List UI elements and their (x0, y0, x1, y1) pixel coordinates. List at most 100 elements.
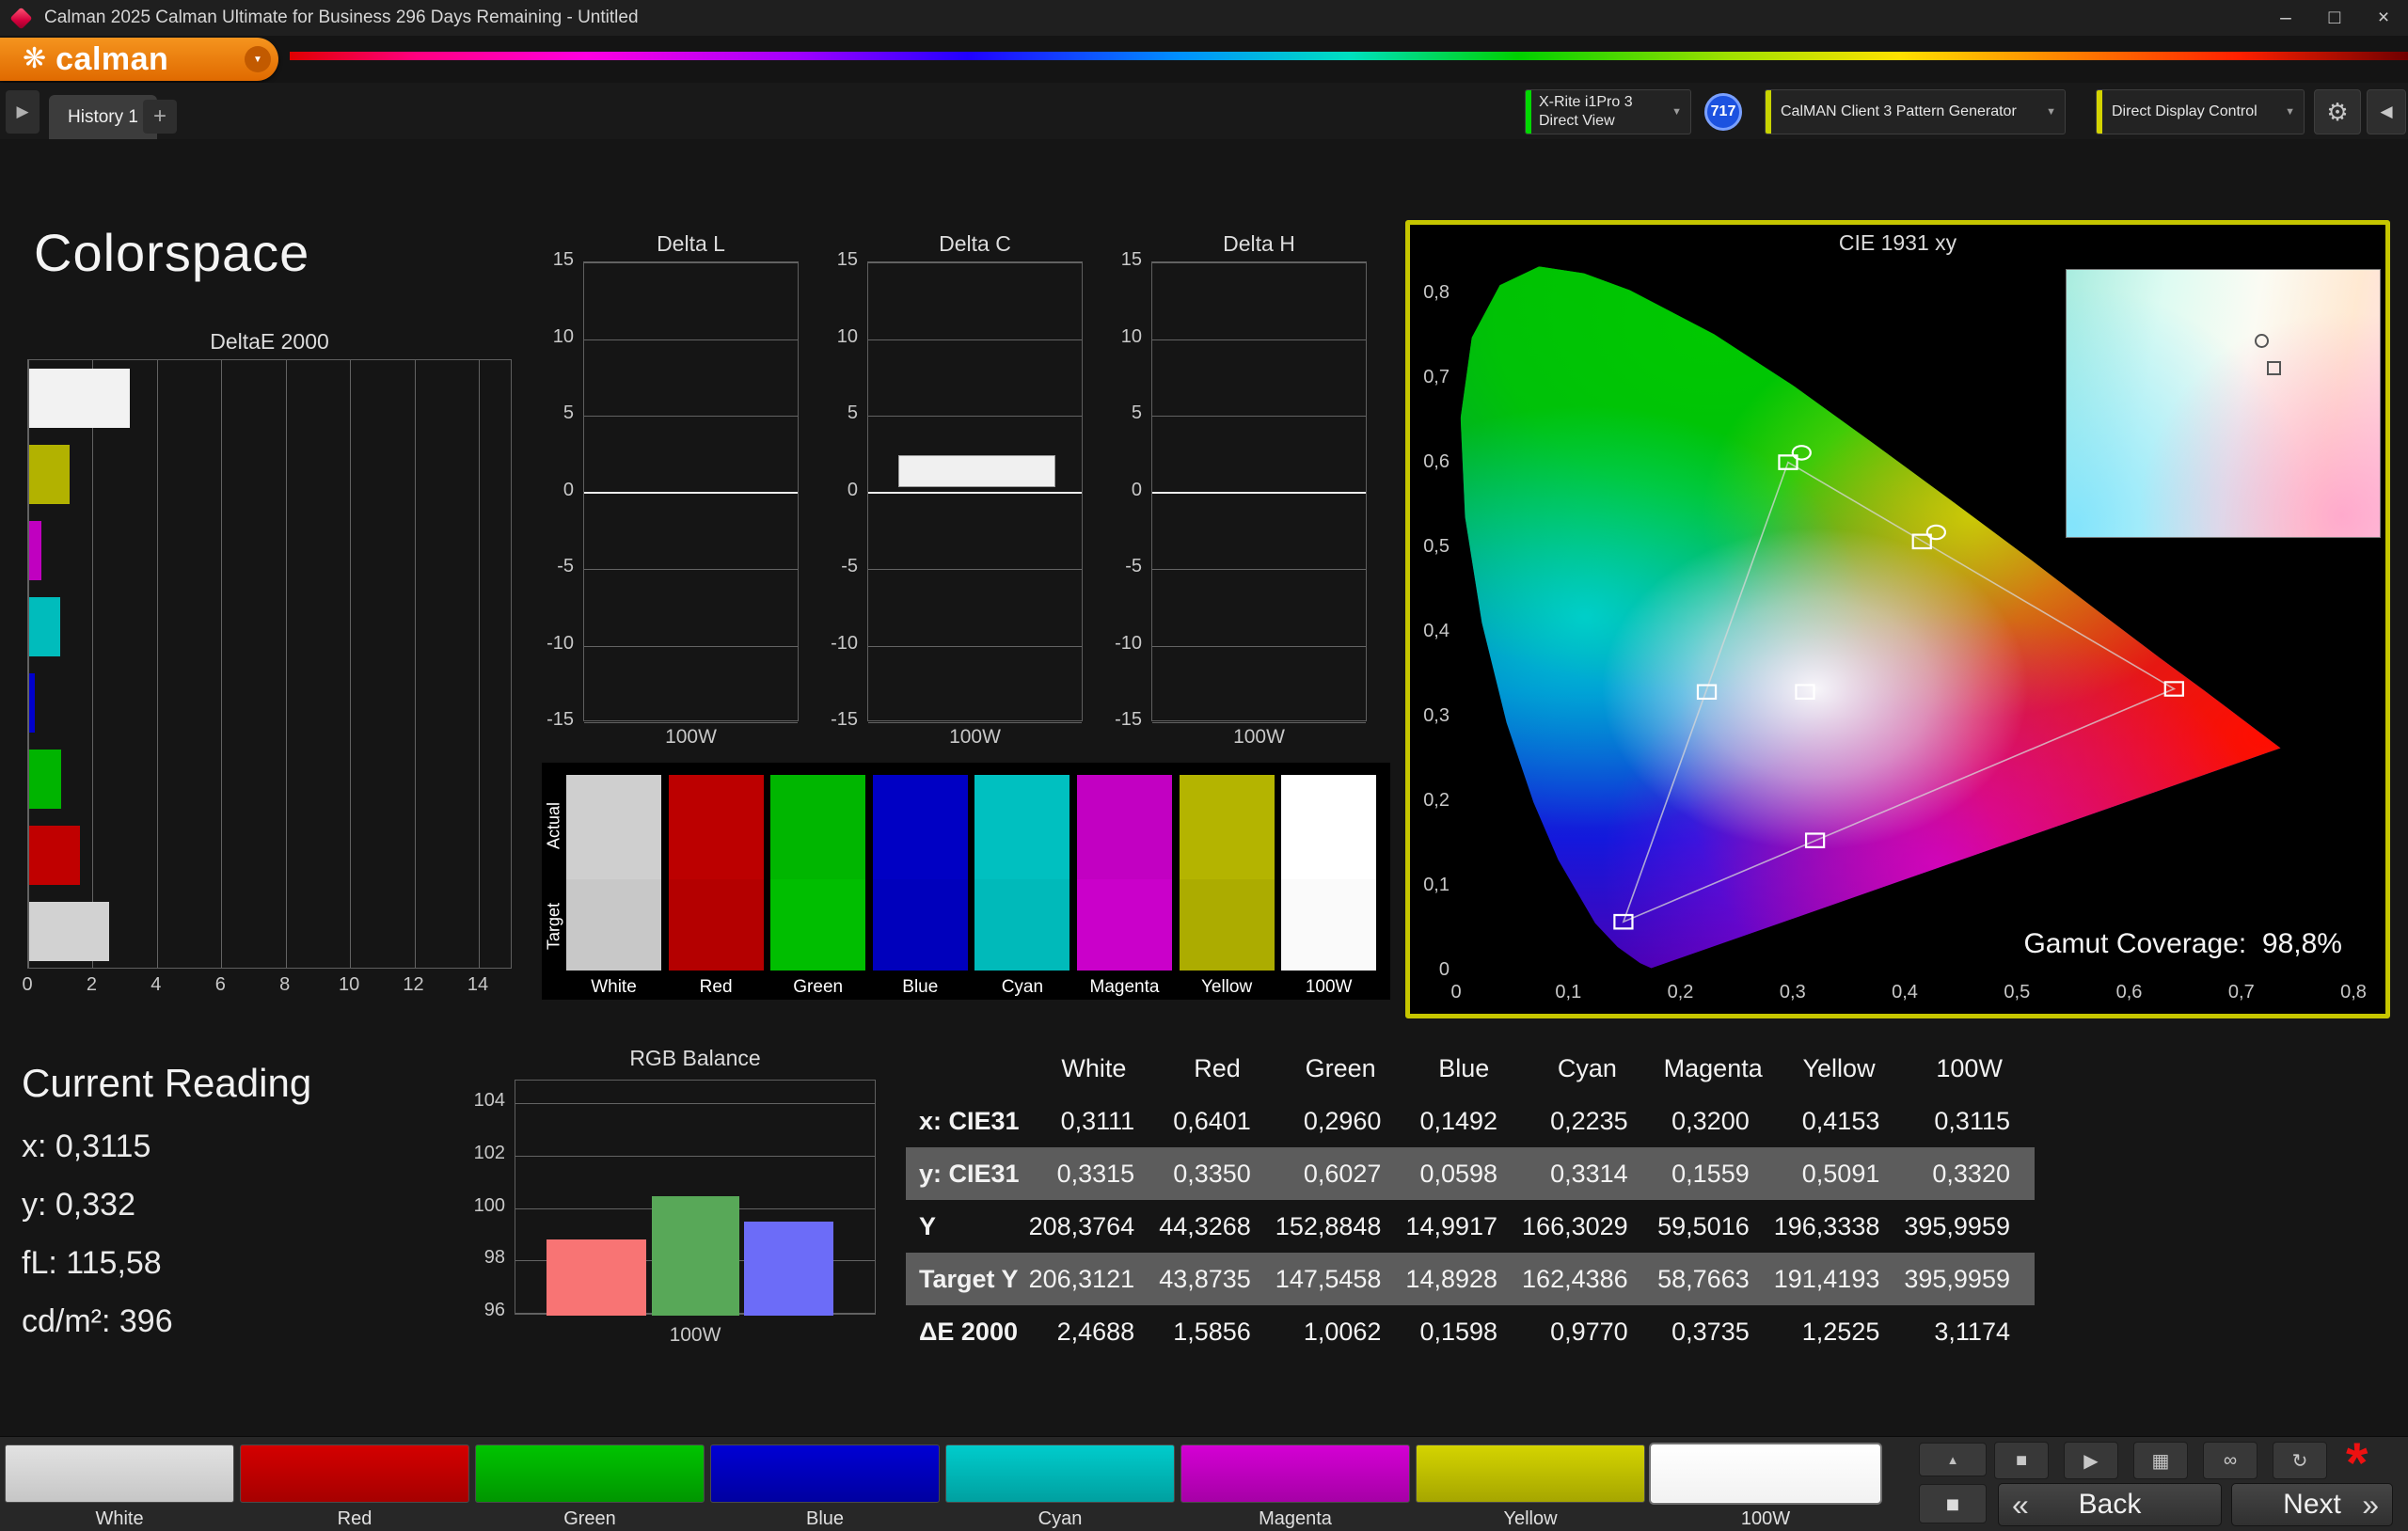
pattern-generator-dropdown[interactable]: CalMAN Client 3 Pattern Generator ▼ (1765, 89, 2066, 134)
x-tick-label: 0 (22, 974, 33, 995)
pattern-button-100w[interactable] (1651, 1444, 1880, 1503)
table-cell: 206,3121 (1028, 1264, 1135, 1293)
grid-line (350, 360, 352, 968)
swatch-actual-magenta (1077, 775, 1172, 879)
meter-selector-dropdown[interactable]: X-Rite i1Pro 3 Direct View ▼ (1525, 89, 1691, 134)
grid-line (1152, 569, 1366, 570)
chevron-down-icon: ▼ (2285, 106, 2295, 118)
zero-line (868, 491, 1082, 494)
x-tick-label: 14 (467, 974, 489, 995)
delta-e-bar-blue (29, 673, 35, 733)
maximize-button[interactable]: □ (2310, 0, 2359, 36)
table-cell: 0,9770 (1550, 1317, 1628, 1346)
stop-button[interactable]: ■ (1994, 1442, 2049, 1479)
calman-menu-chevron-icon[interactable]: ▼ (245, 46, 271, 72)
y-tick-label: -15 (831, 709, 858, 730)
pattern-button-cyan[interactable] (945, 1444, 1175, 1503)
calman-menu-button[interactable]: ❋ calman ▼ (0, 38, 278, 81)
table-row-label: y: CIE31 (919, 1159, 1020, 1188)
pattern-button-white[interactable] (5, 1444, 234, 1503)
x-tick-label: 4 (150, 974, 162, 995)
delta-c-bar (898, 454, 1056, 487)
y-tick-label: -10 (547, 632, 574, 654)
pattern-button-label: Magenta (1259, 1508, 1332, 1529)
pattern-bar: White Red Green Blue Cyan Magenta Yellow 100W ▲… (0, 1435, 2408, 1531)
pattern-button-red[interactable] (240, 1444, 469, 1503)
swatch-label: Green (793, 977, 844, 997)
current-reading-line: y: 0,332 (22, 1187, 135, 1223)
pattern-button-label: Blue (805, 1508, 845, 1529)
grid-line (1152, 645, 1366, 647)
table-cell: 0,4153 (1801, 1106, 1880, 1135)
y-tick-label: 0,3 (1423, 705, 1450, 726)
play-button[interactable]: ▶ (2064, 1442, 2118, 1479)
gamut-coverage-label: Gamut Coverage: 98,8% (2023, 928, 2342, 960)
y-tick-label: 0 (1438, 959, 1450, 980)
chevron-down-icon: ▼ (1671, 106, 1682, 118)
table-cell: 0,1598 (1419, 1317, 1498, 1346)
close-button[interactable]: × (2359, 0, 2408, 36)
swatch-label: Red (699, 977, 733, 997)
pattern-button-label: 100W (1740, 1508, 1791, 1529)
table-row-target-y: Target Y 206,3121 43,8735 147,5458 14,8928 16… (906, 1253, 2035, 1305)
pattern-button-yellow[interactable] (1416, 1444, 1645, 1503)
grid-line (1152, 722, 1366, 723)
sidebar-expand-button[interactable]: ▶ (6, 90, 40, 134)
tab-history-1[interactable]: History 1 (49, 95, 157, 139)
table-cell: 0,3200 (1671, 1106, 1750, 1135)
table-row--e-2000: ΔE 2000 2,4688 1,5856 1,0062 0,1598 0,9770 0,3… (906, 1305, 2035, 1358)
collapse-panel-button[interactable]: ◀ (2367, 89, 2406, 134)
grid-line (515, 1155, 875, 1157)
table-cell: 0,3315 (1056, 1159, 1135, 1188)
refresh-button[interactable]: ↻ (2273, 1442, 2327, 1479)
grid-line (221, 360, 223, 968)
delta-e-bar-white (29, 902, 109, 961)
grid-line (868, 722, 1082, 723)
back-button[interactable]: « Back (1998, 1483, 2222, 1526)
settings-gear-button[interactable]: ⚙ (2314, 89, 2361, 134)
y-tick-label: -5 (557, 556, 574, 576)
table-cell: 0,3320 (1932, 1159, 2010, 1188)
x-tick-label: 0 (1450, 982, 1462, 1002)
table-col-green: Green (1305, 1053, 1376, 1082)
table-cell: 196,3338 (1773, 1211, 1880, 1240)
delta-e2000-chart (27, 359, 512, 969)
grid-line (868, 262, 1082, 263)
table-col-red: Red (1194, 1053, 1241, 1082)
minimize-button[interactable]: – (2261, 0, 2310, 36)
swatch-actual-yellow (1179, 775, 1275, 879)
meter-count-badge[interactable]: 717 (1704, 93, 1742, 131)
x-tick-label: 2 (86, 974, 97, 995)
table-cell: 0,0598 (1419, 1159, 1498, 1188)
table-cell: 0,6027 (1303, 1159, 1382, 1188)
swatch-target-magenta (1077, 879, 1172, 971)
pattern-button-green[interactable] (475, 1444, 705, 1503)
pattern-button-magenta[interactable] (1180, 1444, 1410, 1503)
save-button[interactable]: ▦ (2133, 1442, 2188, 1479)
table-row-y: Y 208,3764 44,3268 152,8848 14,9917 166,3029 5… (906, 1200, 2035, 1253)
add-tab-button[interactable]: + (143, 100, 177, 134)
table-row-label: Target Y (919, 1264, 1019, 1293)
current-reading-line: x: 0,3115 (22, 1129, 151, 1164)
zero-line (584, 491, 798, 494)
app-icon (9, 6, 33, 30)
swatch-label: Blue (902, 977, 939, 997)
pattern-window-button[interactable]: ◼ (1919, 1484, 1987, 1523)
display-control-dropdown[interactable]: Direct Display Control ▼ (2096, 89, 2305, 134)
next-button[interactable]: Next » (2231, 1483, 2393, 1526)
swatch-target-cyan (974, 879, 1070, 971)
inset-circle-marker (2254, 334, 2269, 349)
grid-line (584, 722, 798, 723)
pattern-button-label: White (95, 1508, 144, 1529)
swatch-actual-cyan (974, 775, 1070, 879)
y-tick-label: -15 (1115, 709, 1142, 730)
rgb-balance-chart (515, 1080, 876, 1316)
link-button[interactable]: ∞ (2203, 1442, 2258, 1479)
grid-line (479, 360, 480, 968)
pattern-button-blue[interactable] (710, 1444, 940, 1503)
y-tick-label: 10 (836, 325, 858, 347)
x-tick-label: 12 (403, 974, 424, 995)
expand-transport-button[interactable]: ▲ (1919, 1443, 1987, 1476)
x-category-label: 100W (949, 726, 1001, 748)
table-cell: 0,6401 (1173, 1106, 1251, 1135)
